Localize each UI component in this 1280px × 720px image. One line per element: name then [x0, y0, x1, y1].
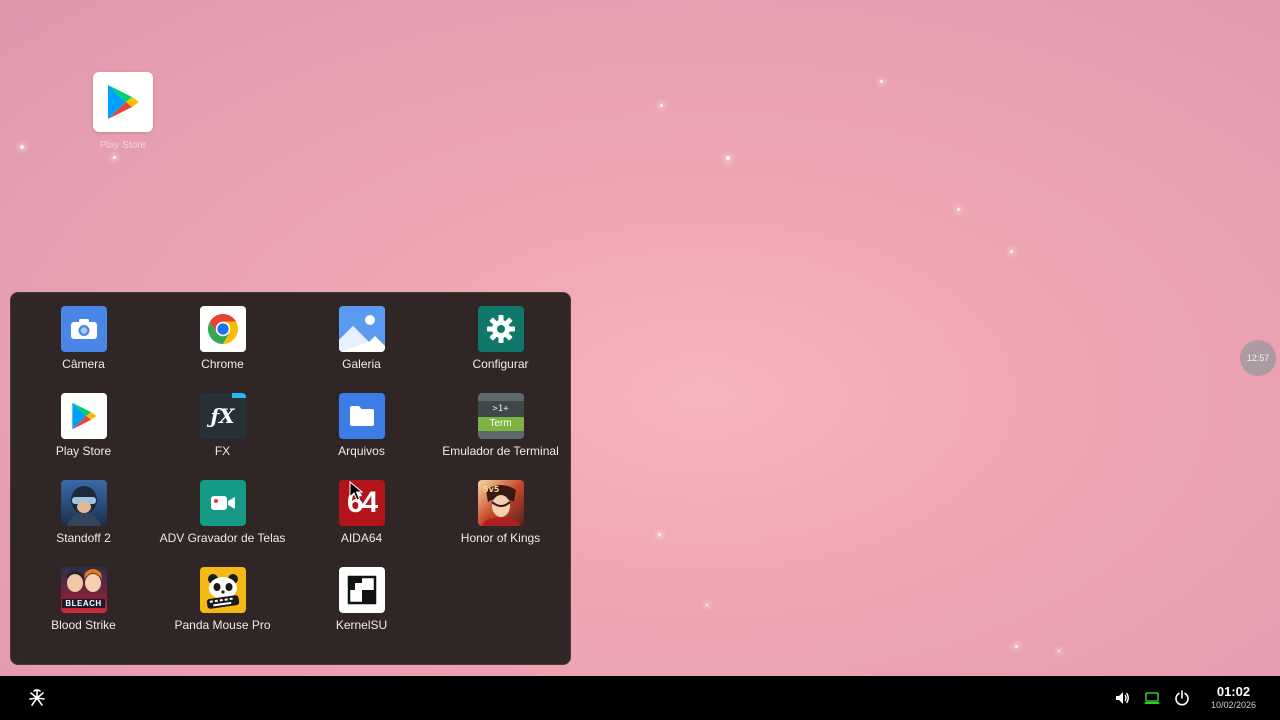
sparkle — [880, 80, 883, 83]
app-chrome[interactable]: Chrome — [153, 306, 292, 393]
fx-glyph: ƒX — [210, 404, 235, 428]
app-fx[interactable]: ƒX FX — [153, 393, 292, 480]
fx-corner-mark — [231, 393, 246, 398]
power-button[interactable] — [1173, 689, 1191, 707]
start-menu-button[interactable] — [26, 687, 48, 709]
app-label: Honor of Kings — [460, 531, 541, 545]
play-store-icon — [93, 72, 153, 132]
floating-clock-time: 12:57 — [1246, 353, 1270, 363]
sparkle — [658, 533, 661, 536]
sparkle — [957, 208, 960, 211]
gallery-icon — [338, 306, 385, 352]
kernelsu-icon — [338, 567, 385, 613]
volume-button[interactable] — [1113, 689, 1131, 707]
sparkle — [1010, 250, 1013, 253]
app-label: ADV Gravador de Telas — [159, 531, 286, 545]
standoff-icon — [60, 480, 107, 526]
files-icon — [338, 393, 385, 439]
sparkle — [660, 104, 663, 107]
app-standoff-2[interactable]: Standoff 2 — [14, 480, 153, 567]
settings-icon — [477, 306, 524, 352]
blood-strike-banner: BLEACH — [62, 599, 105, 608]
app-label: Câmera — [62, 357, 105, 371]
desktop-shortcut-play-store[interactable]: Play Store — [93, 72, 153, 151]
chrome-icon — [199, 306, 246, 352]
panda-mouse-icon — [199, 567, 246, 613]
clock-date: 10/02/2026 — [1210, 700, 1256, 710]
app-drawer: Câmera Chrome Galeria Configurar Play St… — [10, 292, 571, 665]
app-blood-strike[interactable]: BLEACH Blood Strike — [14, 567, 153, 654]
app-label: Play Store — [55, 444, 112, 458]
screen-recorder-icon — [199, 480, 246, 526]
app-files[interactable]: Arquivos — [292, 393, 431, 480]
app-label: Standoff 2 — [56, 531, 111, 545]
terminal-prompt: >1+ — [477, 401, 524, 417]
play-store-icon — [60, 393, 107, 439]
app-kernelsu[interactable]: KernelSU — [292, 567, 431, 654]
desktop-shortcut-label: Play Store — [99, 140, 147, 151]
app-honor-of-kings[interactable]: 5v5 Honor of Kings — [431, 480, 570, 567]
taskbar-clock[interactable]: 01:02 10/02/2026 — [1211, 684, 1256, 712]
app-label: Panda Mouse Pro — [174, 618, 271, 632]
sparkle — [113, 156, 116, 159]
fx-icon: ƒX — [199, 393, 246, 439]
app-gallery[interactable]: Galeria — [292, 306, 431, 393]
display-icon — [1144, 692, 1160, 704]
app-label: Galeria — [342, 357, 381, 371]
sparkle — [1058, 650, 1060, 652]
sparkle — [706, 604, 708, 606]
app-label: KernelSU — [335, 618, 388, 632]
terminal-label: Term — [477, 417, 524, 431]
sparkle — [20, 145, 24, 149]
mouse-cursor-icon — [349, 481, 363, 501]
app-label: Chrome — [201, 357, 244, 371]
honor-of-kings-icon: 5v5 — [477, 480, 524, 526]
volume-icon — [1116, 692, 1129, 704]
power-icon — [1175, 690, 1189, 706]
app-label: Emulador de Terminal — [442, 444, 559, 458]
start-menu-icon — [29, 689, 45, 706]
terminal-icon: >1+ Term — [477, 393, 524, 439]
app-camera[interactable]: Câmera — [14, 306, 153, 393]
app-label: AIDA64 — [340, 531, 383, 545]
display-button[interactable] — [1143, 689, 1161, 707]
app-settings[interactable]: Configurar — [431, 306, 570, 393]
floating-clock-bubble[interactable]: 12:57 — [1240, 340, 1276, 376]
app-screen-recorder[interactable]: ADV Gravador de Telas — [153, 480, 292, 567]
app-label: Arquivos — [338, 444, 385, 458]
camera-icon — [60, 306, 107, 352]
app-terminal[interactable]: >1+ Term Emulador de Terminal — [431, 393, 570, 480]
clock-time: 01:02 — [1216, 684, 1251, 699]
app-label: FX — [214, 444, 231, 458]
taskbar: 01:02 10/02/2026 — [0, 676, 1280, 720]
app-label: Blood Strike — [51, 618, 116, 632]
blood-strike-icon: BLEACH — [60, 567, 107, 613]
sparkle — [726, 156, 730, 160]
app-play-store[interactable]: Play Store — [14, 393, 153, 480]
svg-text:5v5: 5v5 — [483, 485, 500, 494]
app-label: Configurar — [472, 357, 529, 371]
sparkle — [1015, 645, 1018, 648]
app-panda-mouse-pro[interactable]: Panda Mouse Pro — [153, 567, 292, 654]
